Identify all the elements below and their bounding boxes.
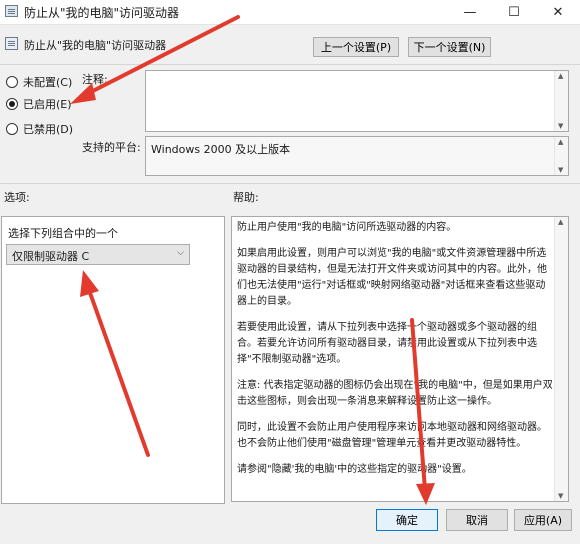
arrow-to-enabled [70,15,240,104]
arrow-to-ok [410,318,435,505]
arrow-to-combo [80,270,150,457]
annotation-arrows [70,15,435,505]
